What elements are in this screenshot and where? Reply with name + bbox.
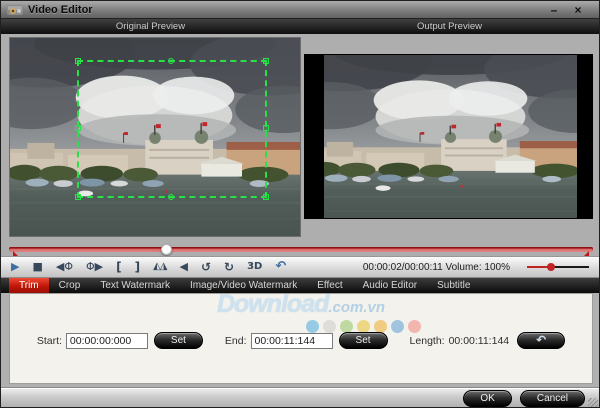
trim-controls-row: Start: Set End: Set Length: 00:00:11:144…	[10, 332, 592, 349]
crop-handle-bottom-middle[interactable]	[168, 194, 174, 200]
volume-track[interactable]	[527, 266, 589, 268]
play-button[interactable]: ▶	[11, 258, 19, 276]
title-bar: Video Editor – ×	[1, 1, 599, 19]
end-time-input[interactable]	[250, 332, 333, 349]
editor-tab-bar: Trim Crop Text Watermark Image/Video Wat…	[1, 278, 599, 293]
video-editor-window: Video Editor – × Original Preview Output…	[0, 0, 600, 408]
watermark-suffix-text: .com.vn	[328, 299, 386, 316]
original-preview-pane	[9, 37, 301, 237]
mark-in-icon: [	[116, 260, 122, 274]
mark-out-button[interactable]: ]	[135, 258, 140, 276]
transport-toolbar: ▶ ■ ◀Φ Φ▶ [ ] ◭◮ ◀ ↺ ↻ 3D ↶ 00:00:02/00:…	[1, 256, 599, 278]
volume-slider[interactable]	[527, 262, 589, 272]
seek-knob[interactable]	[160, 244, 172, 255]
tab-image-video-watermark[interactable]: Image/Video Watermark	[180, 278, 307, 293]
length-value: 00:00:11:144	[448, 334, 510, 347]
undo-icon: ↶	[275, 259, 287, 274]
main-area: Download.com.vn Start: Set End: Set	[1, 293, 599, 387]
set-start-button[interactable]: Set	[153, 332, 203, 349]
crop-handle-middle-left[interactable]	[75, 125, 81, 131]
undo-button[interactable]: ↶	[275, 258, 286, 276]
crop-handle-top-left[interactable]	[75, 58, 81, 64]
tab-audio-editor[interactable]: Audio Editor	[353, 278, 427, 293]
window-title: Video Editor	[28, 3, 93, 16]
crop-handle-top-right[interactable]	[263, 58, 269, 64]
flip-horizontal-button[interactable]: ◭◮	[153, 258, 167, 276]
trim-panel: Download.com.vn Start: Set End: Set	[9, 293, 593, 384]
tab-crop[interactable]: Crop	[49, 278, 91, 293]
play-icon: ▶	[11, 260, 20, 273]
set-end-button[interactable]: Set	[338, 332, 388, 349]
preview-stage	[1, 34, 599, 259]
stop-button[interactable]: ■	[32, 258, 42, 276]
site-watermark: Download.com.vn	[216, 293, 386, 319]
reset-trim-button[interactable]: ↶	[517, 332, 566, 349]
three-d-icon: 3D	[247, 261, 263, 272]
minimize-button[interactable]: –	[547, 3, 561, 17]
watermark-main-text: Download	[216, 293, 329, 318]
seek-timeline	[9, 244, 593, 259]
volume-value: 100%	[484, 261, 510, 273]
three-d-button[interactable]: 3D	[247, 258, 262, 276]
end-label: End:	[224, 334, 247, 347]
tab-trim[interactable]: Trim	[9, 278, 49, 293]
original-preview-label: Original Preview	[115, 21, 186, 32]
step-forward-icon: Φ▶	[86, 260, 104, 273]
time-display: 00:00:02/00:00:11	[362, 261, 443, 273]
flip-vertical-button[interactable]: ◀	[179, 258, 187, 276]
mark-in-button[interactable]: [	[116, 258, 121, 276]
crop-handle-top-middle[interactable]	[168, 58, 174, 64]
tab-subtitle[interactable]: Subtitle	[427, 278, 480, 293]
time-volume-status: 00:00:02/00:00:11 Volume: 100%	[363, 262, 510, 273]
volume-label: Volume:	[445, 261, 482, 273]
rotate-left-icon: ↺	[200, 260, 212, 274]
footer-bar: OK Cancel	[1, 387, 599, 407]
flip-horizontal-icon: ◭◮	[153, 261, 167, 272]
seek-track[interactable]	[9, 247, 593, 252]
mark-out-icon: ]	[134, 260, 141, 274]
output-preview-pane	[304, 54, 593, 219]
crop-handle-middle-right[interactable]	[263, 125, 269, 131]
output-preview-label: Output Preview	[417, 21, 482, 32]
rotate-left-button[interactable]: ↺	[201, 258, 211, 276]
resize-grip[interactable]	[588, 398, 598, 407]
step-forward-button[interactable]: Φ▶	[86, 258, 103, 276]
output-video-frame	[324, 55, 577, 218]
app-icon	[7, 4, 23, 15]
ok-button[interactable]: OK	[463, 390, 512, 407]
rotate-right-button[interactable]: ↻	[224, 258, 234, 276]
preview-header-strip: Original Preview Output Preview	[1, 19, 599, 34]
reset-undo-icon: ↶	[536, 333, 547, 347]
step-backward-button[interactable]: ◀Φ	[56, 258, 73, 276]
close-button[interactable]: ×	[571, 3, 585, 17]
tab-effect[interactable]: Effect	[307, 278, 352, 293]
crop-handle-bottom-left[interactable]	[75, 194, 81, 200]
flip-vertical-icon: ◀	[179, 260, 188, 273]
crop-handle-bottom-right[interactable]	[263, 194, 269, 200]
cancel-button[interactable]: Cancel	[519, 390, 585, 407]
length-label: Length:	[409, 334, 445, 347]
tab-text-watermark[interactable]: Text Watermark	[90, 278, 180, 293]
crop-selection[interactable]	[75, 58, 269, 200]
rotate-right-icon: ↻	[224, 260, 235, 274]
step-backward-icon: ◀Φ	[55, 260, 73, 273]
start-time-input[interactable]	[65, 332, 148, 349]
stop-icon: ■	[32, 260, 43, 273]
volume-knob[interactable]	[547, 263, 556, 271]
start-label: Start:	[36, 334, 62, 347]
